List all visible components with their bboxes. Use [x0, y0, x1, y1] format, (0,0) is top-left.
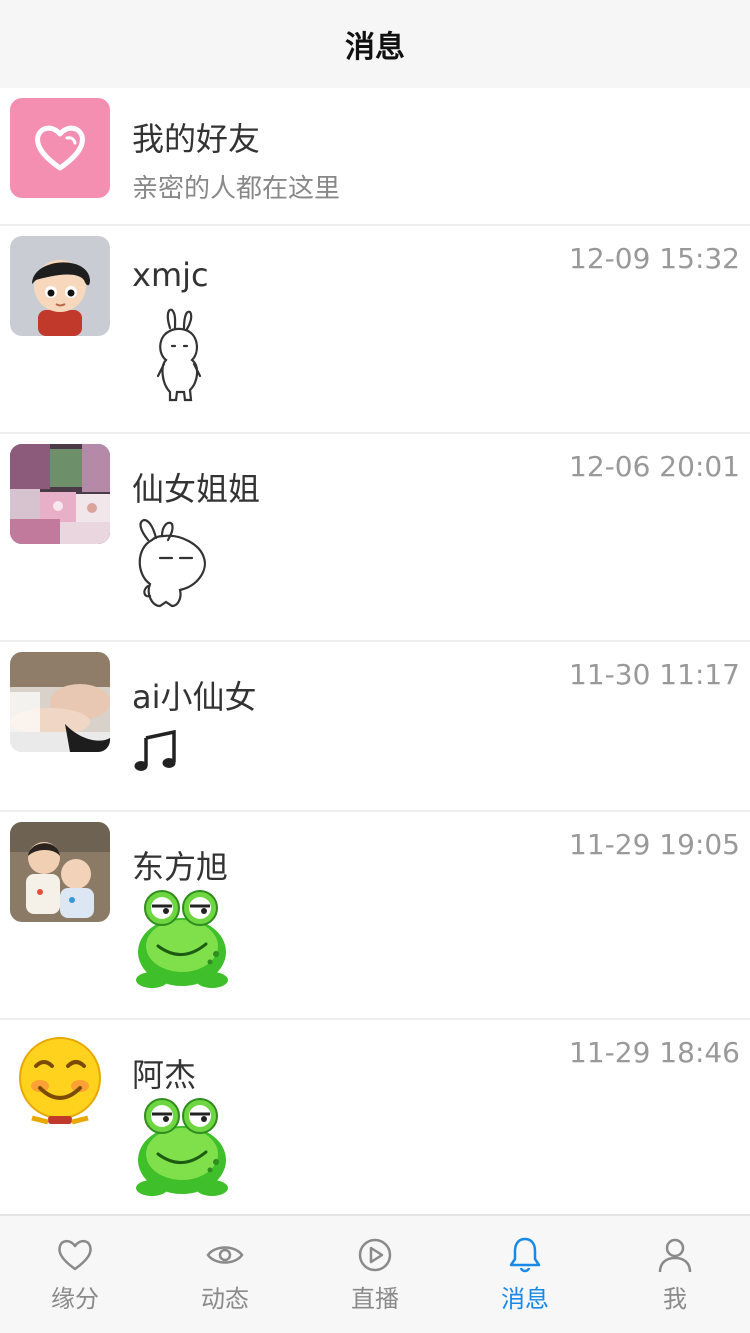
my-friends-entry[interactable]: 我的好友 亲密的人都在这里 — [0, 88, 750, 226]
bell-icon — [509, 1237, 541, 1273]
message-time: 11-30 11:17 — [569, 658, 740, 691]
tab-messages[interactable]: 消息 — [450, 1216, 600, 1333]
contact-name: ai小仙女 — [132, 678, 257, 716]
conversation-row[interactable]: ai小仙女 11-30 11:17 — [0, 642, 750, 812]
contact-name: 阿杰 — [132, 1056, 197, 1094]
user-icon — [658, 1238, 692, 1273]
bottom-tab-bar: 缘分 动态 直播 消息 我 — [0, 1214, 750, 1333]
rabbit-sticker — [146, 306, 216, 410]
message-time: 11-29 18:46 — [569, 1036, 740, 1069]
frog-sticker — [132, 884, 232, 994]
my-friends-subtitle: 亲密的人都在这里 — [132, 174, 341, 204]
message-time: 11-29 19:05 — [569, 828, 740, 861]
smiley-avatar[interactable] — [10, 1030, 110, 1130]
message-time: 12-06 20:01 — [569, 450, 740, 483]
children-photo-avatar[interactable] — [10, 822, 110, 922]
tab-label: 我 — [663, 1285, 687, 1313]
rabbit-sticker — [134, 514, 214, 618]
contact-name: xmjc — [132, 256, 209, 294]
cartoon-boy-avatar[interactable] — [10, 236, 110, 336]
tab-label: 动态 — [201, 1285, 249, 1313]
music-note-icon — [134, 729, 178, 778]
tab-label: 消息 — [501, 1285, 549, 1313]
eye-icon — [206, 1246, 244, 1264]
tab-moments[interactable]: 动态 — [150, 1216, 300, 1333]
contact-name: 东方旭 — [132, 848, 229, 886]
frog-sticker — [132, 1092, 232, 1202]
conversation-row[interactable]: 东方旭 11-29 19:05 — [0, 812, 750, 1020]
woman-photo-avatar[interactable] — [10, 652, 110, 752]
header-bar: 消息 — [0, 0, 750, 88]
tab-label: 直播 — [351, 1285, 399, 1313]
tab-fate[interactable]: 缘分 — [0, 1216, 150, 1333]
my-friends-title: 我的好友 — [132, 120, 261, 158]
page-title: 消息 — [345, 30, 405, 65]
conversation-row[interactable]: xmjc 12-09 15:32 — [0, 226, 750, 434]
play-circle-icon — [358, 1238, 392, 1272]
message-time: 12-09 15:32 — [569, 242, 740, 275]
contact-name: 仙女姐姐 — [132, 470, 261, 508]
conversation-row[interactable]: 仙女姐姐 12-06 20:01 — [0, 434, 750, 642]
clothes-photo-avatar[interactable] — [10, 444, 110, 544]
tab-label: 缘分 — [51, 1285, 99, 1313]
tab-me[interactable]: 我 — [600, 1216, 750, 1333]
tab-live[interactable]: 直播 — [300, 1216, 450, 1333]
heart-icon — [10, 98, 110, 198]
message-list[interactable]: 我的好友 亲密的人都在这里 xmjc 12-09 15:32 仙女姐姐 12-0… — [0, 88, 750, 1214]
conversation-row[interactable]: 阿杰 11-29 18:46 — [0, 1020, 750, 1214]
heart-outline-icon — [58, 1239, 92, 1271]
